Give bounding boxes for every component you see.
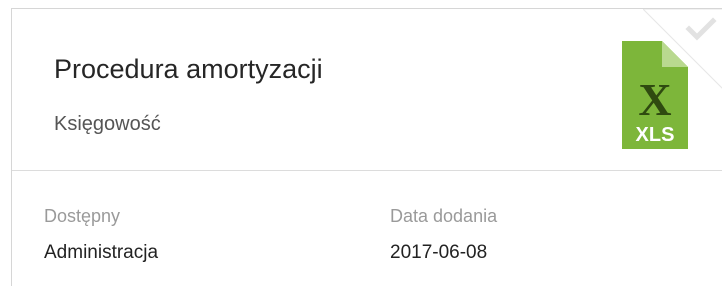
date-added-label: Data dodania — [390, 206, 498, 226]
card-header: Procedura amortyzacji Księgowość X XLS — [12, 9, 722, 171]
document-title[interactable]: Procedura amortyzacji — [54, 54, 323, 85]
availability-label: Dostępny — [44, 206, 121, 226]
card-details: Dostępny Administracja Data dodania 2017… — [12, 171, 722, 286]
availability-value: Administracja — [44, 242, 159, 263]
selection-corner-check-icon[interactable] — [643, 9, 722, 89]
document-card[interactable]: Procedura amortyzacji Księgowość X XLS D… — [11, 8, 722, 286]
date-added-field: Data dodania 2017-06-08 — [390, 205, 497, 265]
document-category: Księgowość — [54, 113, 161, 135]
availability-field: Dostępny Administracja — [44, 205, 158, 265]
date-added-value: 2017-06-08 — [390, 242, 488, 263]
xls-file-label: XLS — [636, 124, 675, 146]
